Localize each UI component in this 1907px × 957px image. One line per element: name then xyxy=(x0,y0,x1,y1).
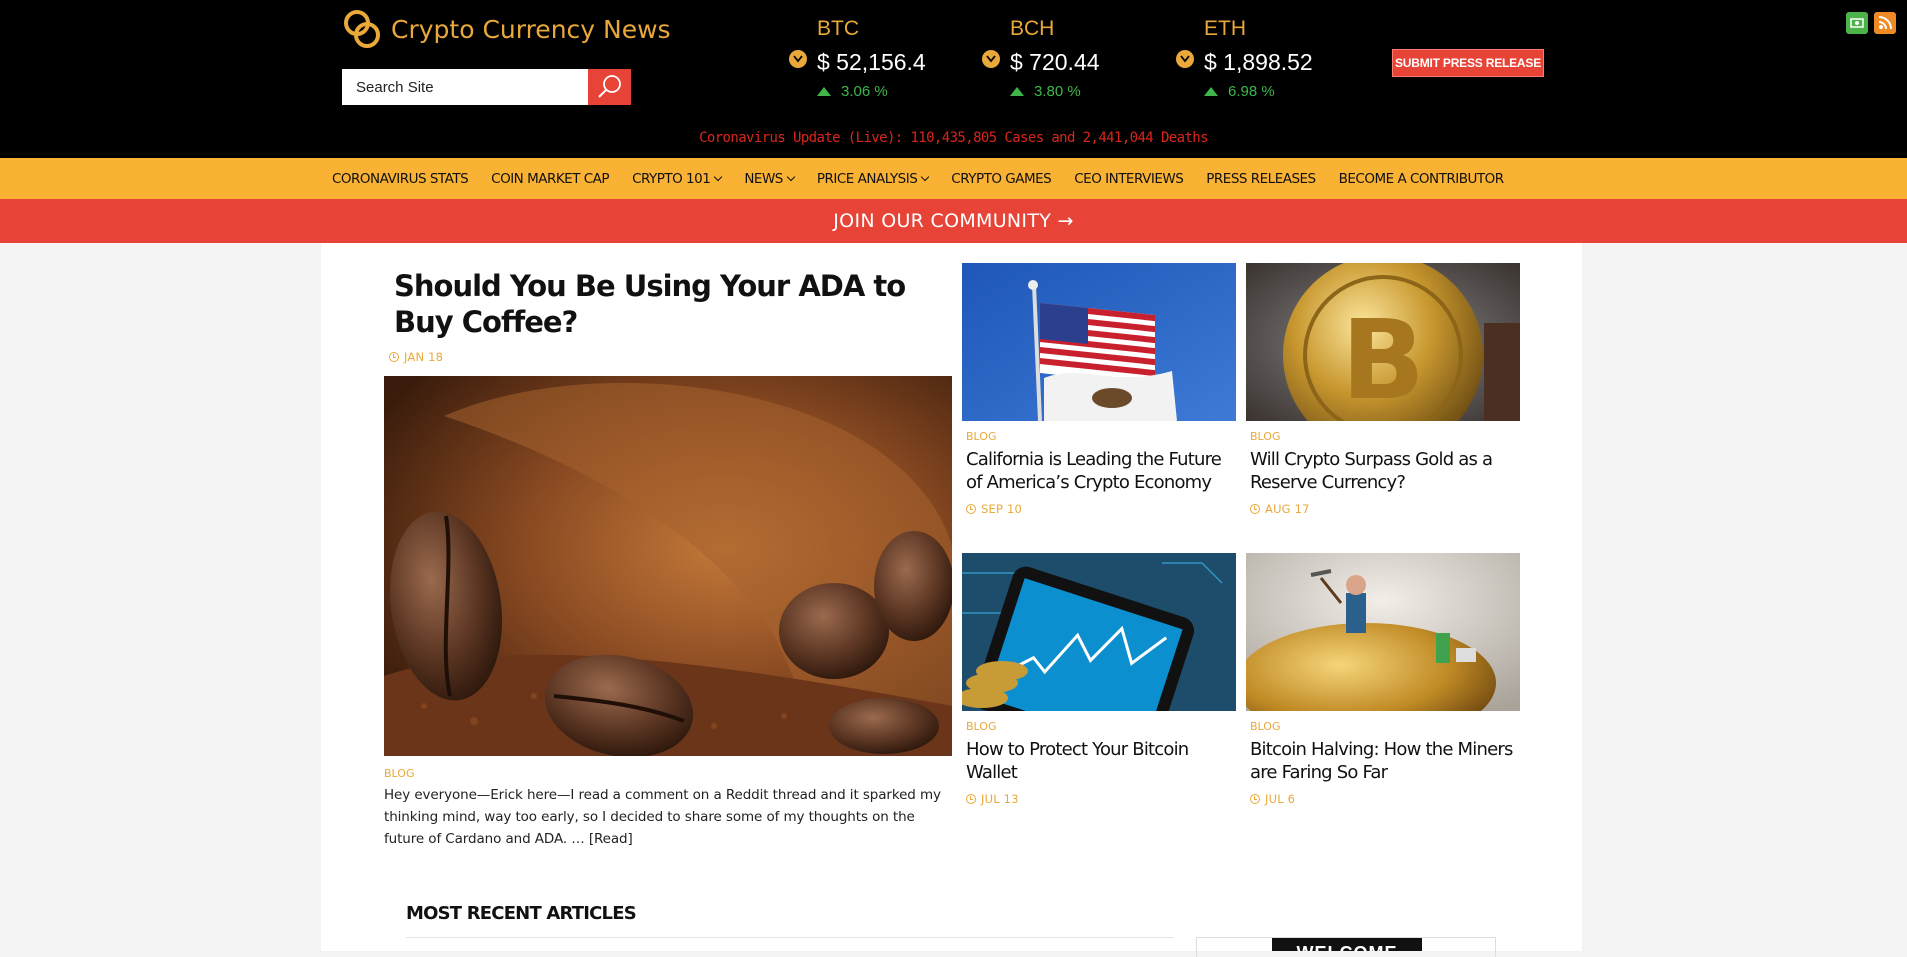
featured-article-title[interactable]: Should You Be Using Your ADA to Buy Coff… xyxy=(394,268,934,340)
search-button[interactable] xyxy=(588,69,631,105)
nav-item-crypto-games[interactable]: CRYPTO GAMES xyxy=(951,171,1051,187)
article-date: AUG 17 xyxy=(1250,502,1520,516)
clock-icon xyxy=(1250,504,1260,514)
article-date: JUL 13 xyxy=(966,792,1236,806)
site-header: Crypto Currency News BTC $ 52,156.4 3.06… xyxy=(0,0,1907,158)
nav-item-price-analysis[interactable]: PRICE ANALYSIS xyxy=(816,170,930,187)
featured-article-image[interactable] xyxy=(384,376,952,756)
submit-press-release-button[interactable]: SUBMIT PRESS RELEASE xyxy=(1392,49,1544,77)
article-category[interactable]: BLOG xyxy=(966,720,1236,733)
ticker-change: 3.06 % xyxy=(817,83,888,100)
logo-icon xyxy=(344,10,380,48)
clock-icon xyxy=(966,504,976,514)
article-thumbnail[interactable] xyxy=(962,263,1236,421)
featured-article-excerpt: Hey everyone—Erick here—I read a comment… xyxy=(384,787,941,847)
article-category[interactable]: BLOG xyxy=(1250,430,1520,443)
ticker-price: $ 52,156.4 xyxy=(817,49,926,75)
chevron-down-icon xyxy=(921,172,930,182)
date-text: JUL 6 xyxy=(1265,792,1296,806)
nav-item-press-releases[interactable]: PRESS RELEASES xyxy=(1206,170,1316,187)
article-title[interactable]: California is Leading the Future of Amer… xyxy=(966,448,1236,494)
nav-label: BECOME A CONTRIBUTOR xyxy=(1338,170,1505,187)
article-date: JUL 6 xyxy=(1250,792,1520,806)
welcome-tab: WELCOME xyxy=(1272,938,1422,951)
site-logo[interactable]: Crypto Currency News xyxy=(343,9,671,49)
date-text: JAN 18 xyxy=(404,350,444,364)
date-text: JUL 13 xyxy=(981,792,1019,806)
most-recent-heading: MOST RECENT ARTICLES xyxy=(406,903,637,924)
date-text: SEP 10 xyxy=(981,502,1022,516)
nav-item-coin-market-cap[interactable]: COIN MARKET CAP xyxy=(491,171,609,187)
nav-item-become-a-contributor[interactable]: BECOME A CONTRIBUTOR xyxy=(1338,170,1505,187)
change-value: 6.98 % xyxy=(1228,83,1275,100)
nav-label: NEWS xyxy=(744,170,783,187)
search-form xyxy=(342,69,631,105)
chevron-down-icon xyxy=(714,172,723,182)
article-card[interactable]: BLOG California is Leading the Future of… xyxy=(962,263,1236,516)
change-value: 3.06 % xyxy=(841,83,888,100)
article-thumbnail[interactable]: B xyxy=(1246,263,1520,421)
ticker-price: $ 720.44 xyxy=(1010,49,1100,75)
coin-icon xyxy=(789,50,807,68)
up-arrow-icon xyxy=(1010,87,1024,96)
nav-label: CEO INTERVIEWS xyxy=(1074,170,1184,187)
article-category[interactable]: BLOG xyxy=(1250,720,1520,733)
nav-item-news[interactable]: NEWS xyxy=(744,170,796,187)
article-card[interactable]: BLOG Bitcoin Halving: How the Miners are… xyxy=(1246,553,1520,806)
up-arrow-icon xyxy=(817,87,831,96)
clock-icon xyxy=(389,352,399,362)
article-title[interactable]: How to Protect Your Bitcoin Wallet xyxy=(966,738,1236,784)
coin-icon xyxy=(982,50,1000,68)
share-icon[interactable] xyxy=(1846,12,1868,34)
article-title[interactable]: Bitcoin Halving: How the Miners are Fari… xyxy=(1250,738,1520,784)
up-arrow-icon xyxy=(1204,87,1218,96)
change-value: 3.80 % xyxy=(1034,83,1081,100)
join-community-banner[interactable]: JOIN OUR COMMUNITY → xyxy=(0,199,1907,243)
nav-label: CRYPTO 101 xyxy=(632,170,711,187)
nav-item-coronavirus-stats[interactable]: CORONAVIRUS STATS xyxy=(332,170,469,187)
nav-label: CORONAVIRUS STATS xyxy=(332,170,469,187)
ticker-change: 3.80 % xyxy=(1010,83,1081,100)
nav-label: PRESS RELEASES xyxy=(1206,170,1316,187)
nav-label: COIN MARKET CAP xyxy=(491,170,610,187)
clock-icon xyxy=(966,794,976,804)
nav-item-ceo-interviews[interactable]: CEO INTERVIEWS xyxy=(1074,170,1184,187)
clock-icon xyxy=(1250,794,1260,804)
svg-text:B: B xyxy=(1341,296,1425,421)
article-title[interactable]: Will Crypto Surpass Gold as a Reserve Cu… xyxy=(1250,448,1520,494)
coin-icon xyxy=(1176,50,1194,68)
search-icon xyxy=(597,75,621,98)
article-card[interactable]: B BLOG Will Crypto Surpass Gold as a Res… xyxy=(1246,263,1520,516)
article-category[interactable]: BLOG xyxy=(966,430,1236,443)
featured-article-date: JAN 18 xyxy=(389,350,443,364)
ticker-price: $ 1,898.52 xyxy=(1204,49,1313,75)
nav-label: CRYPTO GAMES xyxy=(951,170,1052,187)
ticker-symbol: BCH xyxy=(1010,17,1055,40)
article-card[interactable]: BLOG How to Protect Your Bitcoin Wallet … xyxy=(962,553,1236,806)
ticker-symbol: BTC xyxy=(817,17,859,40)
article-thumbnail[interactable] xyxy=(962,553,1236,711)
date-text: AUG 17 xyxy=(1265,502,1310,516)
nav-label: PRICE ANALYSIS xyxy=(816,170,918,187)
article-thumbnail[interactable] xyxy=(1246,553,1520,711)
search-input[interactable] xyxy=(342,69,588,105)
section-divider xyxy=(406,937,1174,938)
article-date: SEP 10 xyxy=(966,502,1236,516)
chevron-down-icon xyxy=(786,172,796,182)
nav-item-crypto-101[interactable]: CRYPTO 101 xyxy=(632,170,723,187)
main-nav: CORONAVIRUS STATS COIN MARKET CAP CRYPTO… xyxy=(0,158,1907,199)
ticker-change: 6.98 % xyxy=(1204,83,1275,100)
coronavirus-update-link[interactable]: Coronavirus Update (Live): 110,435,805 C… xyxy=(0,130,1907,146)
ticker-symbol: ETH xyxy=(1204,17,1246,40)
featured-article-category[interactable]: BLOG xyxy=(384,767,414,780)
logo-text: Crypto Currency News xyxy=(391,14,671,44)
rss-icon[interactable] xyxy=(1874,12,1896,34)
